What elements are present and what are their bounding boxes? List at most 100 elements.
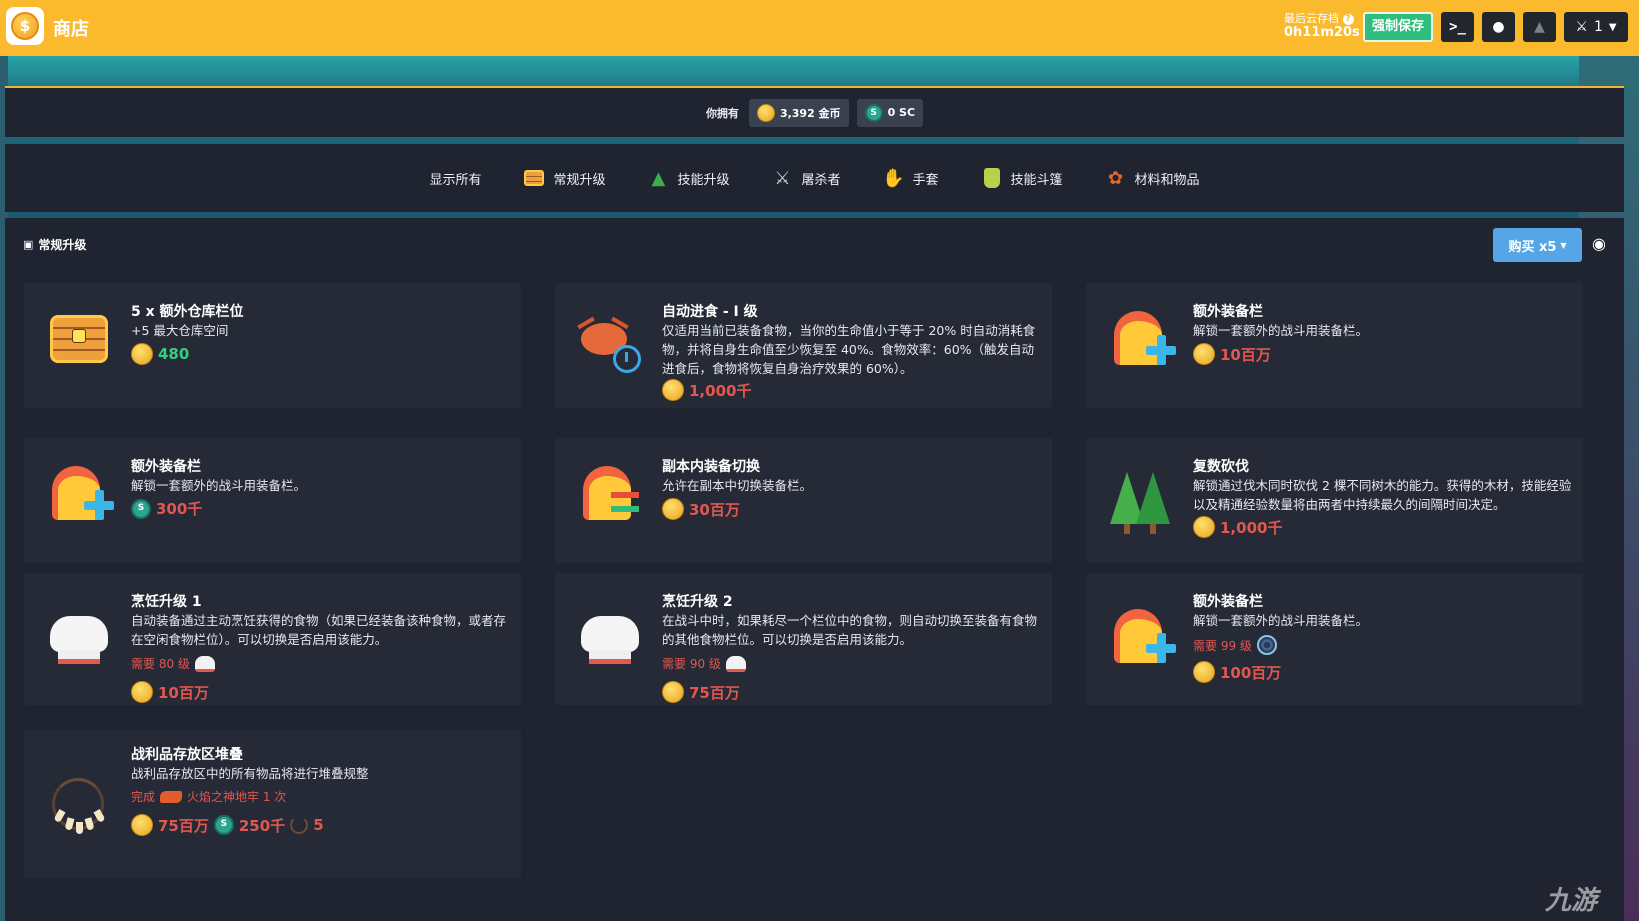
shop-item-extra-equipment-set-1[interactable]: 额外装备栏 解锁一套额外的战斗用装备栏。 10百万 <box>1086 283 1583 408</box>
shop-logo[interactable]: $ <box>6 7 44 45</box>
chef-hat-icon <box>46 608 112 674</box>
caret-down-icon: ▼ <box>1560 240 1567 250</box>
item-description: 解锁一套额外的战斗用装备栏。 <box>1193 323 1369 338</box>
cloud-save-info: 最后云存档 ? 0h11m20s <box>1284 12 1360 40</box>
trees-icon <box>1108 472 1174 538</box>
helmet-swap-icon <box>577 460 643 526</box>
shop-item-cooking-upgrade-2[interactable]: 烹饪升级 2 在战斗中时，如果耗尽一个栏位中的食物，则自动切换至装备有食物的其他… <box>555 573 1052 705</box>
sc-amount: 0 SC <box>887 106 916 119</box>
item-price: S 300千 <box>131 498 202 519</box>
leaf-icon: ✿ <box>1107 167 1124 189</box>
tab-label: 技能斗篷 <box>1010 172 1063 188</box>
chevron-down-icon: ▼ <box>1608 21 1617 33</box>
eye-icon[interactable]: ◉ <box>1592 234 1612 254</box>
item-description: +5 最大仓库空间 <box>131 323 229 338</box>
force-save-button[interactable]: 强制保存 <box>1363 12 1433 42</box>
watermark: 九游 <box>1545 886 1598 916</box>
chest-icon <box>46 305 112 371</box>
glove-icon: ✋ <box>882 167 905 189</box>
cooking-skill-icon <box>194 655 215 672</box>
combat-count: 1 <box>1593 19 1603 35</box>
item-title: 战利品存放区堆叠 <box>131 747 243 763</box>
tab-gloves[interactable]: ✋ 手套 <box>875 161 947 195</box>
helmet-plus-icon <box>1108 305 1176 371</box>
gold-coin-icon <box>662 379 684 401</box>
tab-skill-upgrades[interactable]: ▲ 技能升级 <box>639 161 737 195</box>
crab-timer-icon <box>577 311 643 377</box>
item-price: 1,000千 <box>1193 516 1282 538</box>
gold-coin-icon <box>1193 516 1215 538</box>
pet-icon: ▲ <box>1534 19 1545 35</box>
item-price: 10百万 <box>131 681 209 703</box>
item-description: 战利品存放区中的所有物品将进行堆叠规整 <box>131 766 369 781</box>
console-button[interactable]: >_ <box>1441 12 1474 42</box>
tab-skill-capes[interactable]: 技能斗篷 <box>973 161 1071 195</box>
ship-wheel-icon <box>1256 635 1277 655</box>
help-icon[interactable]: ? <box>1342 13 1354 25</box>
chef-hat-icon <box>577 608 643 674</box>
currency-panel: 你拥有 3,392 金币 S 0 SC <box>5 86 1624 137</box>
necklace-item-icon <box>290 816 309 834</box>
category-tabs: 显示所有 常规升级 ▲ 技能升级 ⚔ 屠杀者 ✋ 手套 技能斗篷 ✿ 材料和物品 <box>5 144 1624 212</box>
upgrades-panel: ▣ 常规升级 购买 x5 ▼ ◉ 5 x 额外仓库栏位 +5 最大仓库空间 48… <box>5 218 1624 921</box>
shop-item-extra-equipment-set-2[interactable]: 额外装备栏 解锁一套额外的战斗用装备栏。 S 300千 <box>24 438 521 563</box>
item-description: 解锁一套额外的战斗用装备栏。 <box>1193 613 1369 628</box>
gold-coin-icon <box>131 681 153 703</box>
shop-item-extra-bank-slots[interactable]: 5 x 额外仓库栏位 +5 最大仓库空间 480 <box>24 283 521 408</box>
gold-balance: 3,392 金币 <box>748 98 849 127</box>
gold-coin-icon <box>662 498 684 520</box>
item-title: 副本内装备切换 <box>662 459 760 475</box>
gold-coin-icon <box>1193 343 1215 365</box>
fire-dragon-icon <box>160 790 183 803</box>
tab-general-upgrades[interactable]: 常规升级 <box>515 161 613 195</box>
tab-materials[interactable]: ✿ 材料和物品 <box>1097 161 1208 195</box>
tab-label: 显示所有 <box>429 172 482 188</box>
item-requirement: 完成 火焰之神地牢 1 次 <box>131 790 287 804</box>
tab-label: 屠杀者 <box>801 172 841 188</box>
item-price: 10百万 <box>1193 343 1271 365</box>
shop-item-cooking-upgrade-1[interactable]: 烹饪升级 1 自动装备通过主动烹饪获得的食物（如果已经装备该种食物，或者存在空闲… <box>24 573 521 705</box>
item-title: 烹饪升级 1 <box>131 594 202 610</box>
item-title: 复数砍伐 <box>1193 459 1249 475</box>
gold-coin-icon <box>756 103 775 122</box>
slayer-coin-icon: S <box>131 498 151 519</box>
combat-menu-button[interactable]: ⚔ 1 ▼ <box>1564 12 1628 42</box>
item-description: 在战斗中时，如果耗尽一个栏位中的食物，则自动切换至装备有食物的其他食物栏位。可以… <box>662 613 1038 647</box>
item-title: 5 x 额外仓库栏位 <box>131 304 244 320</box>
cooking-skill-icon <box>725 655 746 672</box>
sc-balance: S 0 SC <box>856 98 924 127</box>
item-title: 额外装备栏 <box>131 459 201 475</box>
buy-quantity-dropdown[interactable]: 购买 x5 ▼ <box>1493 228 1582 262</box>
item-price: 30百万 <box>662 498 740 520</box>
item-title: 额外装备栏 <box>1193 594 1263 610</box>
section-title: ▣ 常规升级 <box>23 238 87 252</box>
coin-icon: $ <box>11 12 39 40</box>
top-bar: $ 商店 最后云存档 ? 0h11m20s 强制保存 >_ ● ▲ ⚔ 1 ▼ <box>0 0 1639 56</box>
shop-item-dungeon-equipment-swap[interactable]: 副本内装备切换 允许在副本中切换装备栏。 30百万 <box>555 438 1052 563</box>
item-title: 自动进食 - I 级 <box>662 304 758 320</box>
shop-item-multi-tree[interactable]: 复数砍伐 解锁通过伐木同时砍伐 2 棵不同树木的能力。获得的木材，技能经验以及精… <box>1086 438 1583 563</box>
chest-icon <box>523 167 545 189</box>
tab-label: 技能升级 <box>677 172 730 188</box>
tab-slayer[interactable]: ⚔ 屠杀者 <box>763 161 848 195</box>
item-description: 自动装备通过主动烹饪获得的食物（如果已经装备该种食物，或者存在空闲食物栏位）。可… <box>131 613 507 647</box>
own-label: 你拥有 <box>705 106 739 120</box>
potion-icon: ● <box>1492 19 1505 35</box>
item-requirement: 需要 80 级 <box>131 655 215 672</box>
gold-coin-icon <box>662 681 684 703</box>
tab-show-all[interactable]: 显示所有 <box>421 163 489 194</box>
cape-icon <box>981 167 1003 189</box>
potion-button[interactable]: ● <box>1482 12 1515 42</box>
shop-item-loot-stacking[interactable]: 战利品存放区堆叠 战利品存放区中的所有物品将进行堆叠规整 完成 火焰之神地牢 1… <box>24 730 521 878</box>
page-title: 商店 <box>53 19 89 40</box>
shop-item-extra-equipment-set-3[interactable]: 额外装备栏 解锁一套额外的战斗用装备栏。 需要 99 级 100百万 <box>1086 573 1583 705</box>
slayer-icon: ⚔ <box>774 167 791 189</box>
gold-coin-icon <box>1193 661 1215 683</box>
pet-button[interactable]: ▲ <box>1523 12 1556 42</box>
cloud-save-time: 0h11m20s <box>1284 25 1360 40</box>
shop-item-auto-eat-1[interactable]: 自动进食 - I 级 仅适用当前已装备食物，当你的生命值小于等于 20% 时自动… <box>555 283 1052 408</box>
gold-coin-icon <box>131 343 153 365</box>
helmet-plus-icon <box>1108 603 1176 669</box>
item-description: 解锁一套额外的战斗用装备栏。 <box>131 478 307 493</box>
helmet-plus-icon <box>46 460 114 526</box>
